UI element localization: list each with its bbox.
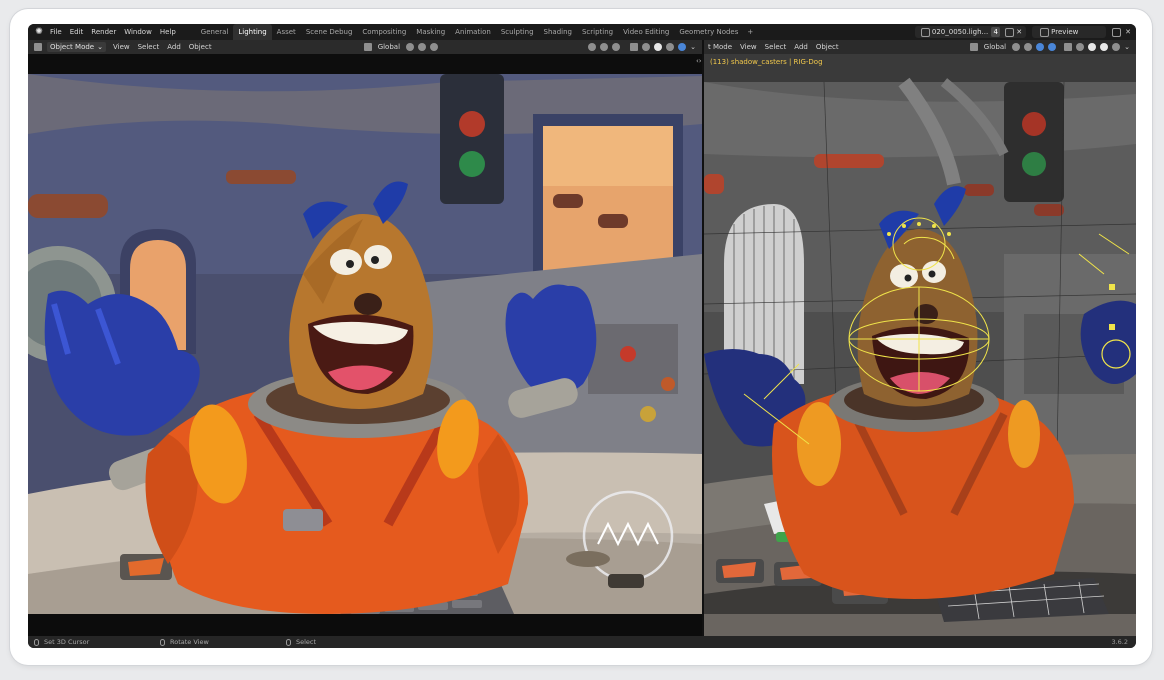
status-item-select: Select bbox=[286, 638, 406, 646]
right-transform-orientation-icon bbox=[969, 43, 978, 51]
right-menu-object[interactable]: Object bbox=[812, 40, 843, 54]
view-layer-selector[interactable]: Preview bbox=[1032, 26, 1107, 38]
scene-name: 020_0050.ligh... bbox=[931, 28, 989, 36]
top-bar: ✺ File Edit Render Window Help General Lighti… bbox=[28, 24, 1136, 40]
right-menu-add[interactable]: Add bbox=[790, 40, 812, 54]
right-viewport-label: (113) shadow_casters | RIG-Dog bbox=[710, 58, 823, 66]
tab-scene-debug[interactable]: Scene Debug bbox=[301, 24, 358, 40]
mouse-icon bbox=[286, 638, 291, 646]
workspace-tabs: General Lighting Asset Scene Debug Compositi… bbox=[196, 24, 744, 40]
shading-wireframe-icon[interactable] bbox=[642, 43, 651, 51]
tab-asset[interactable]: Asset bbox=[272, 24, 301, 40]
right-gizmo-icon[interactable] bbox=[1036, 43, 1045, 51]
left-transform-dropdown[interactable]: Global bbox=[374, 40, 404, 54]
close-scene-icon[interactable]: ✕ bbox=[1016, 28, 1022, 36]
right-mode-dropdown[interactable]: t Mode bbox=[704, 40, 736, 54]
blender-logo-icon[interactable]: ✺ bbox=[32, 25, 46, 39]
editor-type-icon[interactable] bbox=[34, 43, 42, 51]
right-shading-solid-icon[interactable] bbox=[1088, 43, 1097, 51]
right-snap-icon[interactable] bbox=[1024, 43, 1033, 51]
status-text-cursor: Set 3D Cursor bbox=[44, 638, 90, 646]
status-item-rotate: Rotate View bbox=[160, 638, 280, 646]
left-mode-label: Object Mode bbox=[50, 43, 95, 51]
tab-geometry-nodes[interactable]: Geometry Nodes bbox=[674, 24, 743, 40]
rendered-scene bbox=[28, 54, 702, 636]
left-mode-dropdown[interactable]: Object Mode ⌄ bbox=[47, 42, 106, 52]
tab-video-editing[interactable]: Video Editing bbox=[618, 24, 674, 40]
menu-file[interactable]: File bbox=[46, 24, 66, 40]
view-layer-icon bbox=[1040, 27, 1050, 37]
right-xray-icon[interactable] bbox=[1064, 43, 1073, 51]
status-text-rotate: Rotate View bbox=[170, 638, 209, 646]
menu-render[interactable]: Render bbox=[87, 24, 120, 40]
right-menu-select[interactable]: Select bbox=[761, 40, 791, 54]
mouse-icon bbox=[160, 638, 165, 646]
split-area-icon[interactable]: ‹› bbox=[696, 57, 702, 65]
transform-orientation-icon bbox=[363, 43, 372, 51]
overlay-icon[interactable] bbox=[612, 43, 621, 51]
menu-edit[interactable]: Edit bbox=[66, 24, 88, 40]
copy-scene-icon[interactable] bbox=[1005, 27, 1015, 37]
status-item-cursor: Set 3D Cursor bbox=[34, 638, 154, 646]
right-menu-view[interactable]: View bbox=[736, 40, 761, 54]
copy-view-layer-icon[interactable] bbox=[1112, 27, 1122, 37]
left-menu-view[interactable]: View bbox=[109, 40, 134, 54]
left-menu-add[interactable]: Add bbox=[163, 40, 185, 54]
tab-lighting[interactable]: Lighting bbox=[233, 24, 272, 40]
pivot-icon[interactable] bbox=[406, 43, 415, 51]
tab-animation[interactable]: Animation bbox=[450, 24, 496, 40]
snap-icon[interactable] bbox=[418, 43, 427, 51]
tab-sculpting[interactable]: Sculpting bbox=[496, 24, 539, 40]
tab-compositing[interactable]: Compositing bbox=[357, 24, 411, 40]
blender-window: ✺ File Edit Render Window Help General Lighti… bbox=[28, 24, 1136, 648]
scene-selector[interactable]: 020_0050.ligh... 4 ✕ bbox=[914, 26, 1027, 38]
tab-masking[interactable]: Masking bbox=[411, 24, 450, 40]
left-menu-object[interactable]: Object bbox=[185, 40, 216, 54]
right-overlay-icon[interactable] bbox=[1048, 43, 1057, 51]
right-shading-rendered-icon[interactable] bbox=[1112, 43, 1121, 51]
gizmo-icon[interactable] bbox=[600, 43, 609, 51]
left-viewport-rendered[interactable] bbox=[28, 54, 702, 636]
tab-shading[interactable]: Shading bbox=[539, 24, 577, 40]
scene-icon bbox=[920, 27, 930, 37]
mouse-icon bbox=[34, 638, 39, 646]
right-viewport-solid[interactable]: (113) shadow_casters | RIG-Dog bbox=[704, 54, 1136, 636]
menu-help[interactable]: Help bbox=[156, 24, 180, 40]
right-viewport-header: t Mode View Select Add Object Global ⌄ bbox=[704, 40, 1136, 54]
xray-icon[interactable] bbox=[630, 43, 639, 51]
chevron-down-icon: ⌄ bbox=[97, 43, 103, 51]
right-shading-options-icon[interactable]: ⌄ bbox=[1124, 43, 1130, 51]
view-layer-name: Preview bbox=[1051, 28, 1079, 36]
version-label: 3.6.2 bbox=[1111, 638, 1128, 646]
left-viewport-header: Object Mode ⌄ View Select Add Object Glo… bbox=[28, 40, 702, 54]
tab-general[interactable]: General bbox=[196, 24, 234, 40]
close-view-layer-icon[interactable]: ✕ bbox=[1125, 28, 1131, 36]
shading-material-icon[interactable] bbox=[666, 43, 675, 51]
right-shading-material-icon[interactable] bbox=[1100, 43, 1109, 51]
menu-window[interactable]: Window bbox=[120, 24, 156, 40]
visibility-icon[interactable] bbox=[588, 43, 597, 51]
add-workspace-button[interactable]: + bbox=[743, 24, 757, 40]
status-text-select: Select bbox=[296, 638, 317, 646]
main-menu: File Edit Render Window Help bbox=[46, 24, 180, 40]
tab-scripting[interactable]: Scripting bbox=[577, 24, 618, 40]
right-shading-wireframe-icon[interactable] bbox=[1076, 43, 1085, 51]
shading-solid-icon[interactable] bbox=[654, 43, 663, 51]
status-bar: Set 3D Cursor Rotate View Select 3.6.2 bbox=[28, 636, 1136, 648]
right-transform-dropdown[interactable]: Global bbox=[980, 40, 1010, 54]
shading-options-icon[interactable]: ⌄ bbox=[690, 43, 696, 51]
top-right-controls: 020_0050.ligh... 4 ✕ Preview ✕ bbox=[914, 24, 1136, 40]
right-pivot-icon[interactable] bbox=[1012, 43, 1021, 51]
proportional-edit-icon[interactable] bbox=[430, 43, 439, 51]
solid-scene bbox=[704, 54, 1136, 636]
shading-rendered-icon[interactable] bbox=[678, 43, 687, 51]
scene-count: 4 bbox=[991, 27, 1001, 37]
left-menu-select[interactable]: Select bbox=[134, 40, 164, 54]
